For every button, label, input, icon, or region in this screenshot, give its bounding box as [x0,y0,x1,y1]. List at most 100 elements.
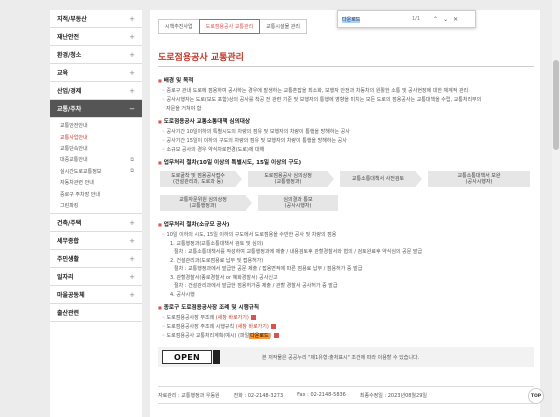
sidebar-item-disaster[interactable]: 재난안전 + [50,28,142,46]
new-window-link[interactable]: (새창 바로가기) [216,315,249,321]
submenu-label: 교통사업안내 [60,134,88,141]
flow-step: 교통자문위원 심의상정 (교통행정과) [160,195,246,211]
sidebar-item-label: 교통/주차 [57,106,82,113]
submenu-item[interactable]: 자동차관련 안내 [50,177,142,188]
flow-step: 교통소통대책서 사전검토 [340,171,416,187]
flow-arrow-icon [328,172,334,186]
small-line: 절차 : 교통소통대책서를 작성하여 교통행정과에 제출 / 내용검토후 관할경… [174,249,423,255]
vertical-scrollbar[interactable] [552,0,560,417]
tab-road-occupancy[interactable]: 도로점용공사 교통관리 [198,19,261,34]
sidebar-item-label: 환경/청소 [57,52,82,59]
section-title-targets: 도로점용공사 교통소통대책 심의대상 [158,117,250,125]
purpose-line: ◦ 공사시행자는 도로(보도 포함)상의 공사를 착공 전 관련 기준 및 보행… [162,97,482,103]
footer-fax: Fax : 02-2148-5836 [297,392,346,398]
find-query: 다운로드 [342,16,361,23]
small-line: 절차 : 건설관리과에서 발급한 점용허가증 제출 / 관할 경찰서 공사허가 … [174,283,338,289]
section-title-small-works: 업무처리 절차(소규모 공사) [158,220,230,228]
sidebar-item-residents[interactable]: 주민생활 + [50,250,142,269]
flow-arrow-icon [246,196,252,210]
sidebar-item-label: 재난안전 [57,34,80,41]
rule-link[interactable]: 도로점용공사장 무조례 [167,315,215,321]
expand-plus-icon: + [129,236,135,245]
sidebar-nav: 지적/부동산 + 재난안전 + 환경/청소 + 교육 + 산업/경제 + 교통/주차 − 교… [50,10,142,417]
external-link-icon: ⧉ [130,156,134,163]
sidebar-item-label: 산업/경제 [57,88,82,95]
file-icon [273,333,279,338]
target-line: ◦ 공사기간 10일이하의 특별시도의 차량의 점유 및 보행자의 차량이 통행… [162,129,350,135]
submenu-item[interactable]: 교통단속안내 [50,143,142,154]
find-in-page-bar: 다운로드 1/1 ⌃ ⌄ ✕ [337,10,476,28]
target-line: ◦ 공사기간 15일이 이하의 구도의 차량의 점유 및 보행자의 차량이 통행… [162,138,347,144]
submenu-label: 자동차관련 안내 [60,180,94,187]
submenu-item[interactable]: 그린파킹 [50,200,142,211]
rule-link[interactable]: 도로점용공사장 주조례 시행규칙 [167,324,235,330]
purpose-line: ◦ 중로구 관내 도로에 점용하여 공사하는 경우에 발생하는 교통혼잡을 최소… [162,88,469,94]
expand-plus-icon: + [129,218,135,227]
sidebar-item-education[interactable]: 교육 + [50,64,142,82]
find-prev-icon[interactable]: ⌃ [433,16,438,23]
rule-link-row: ◦ 도로점용공사 교통처리계획(예시) (파일다운로드) [162,332,279,339]
new-window-link[interactable]: (새창 바로가기) [236,324,269,330]
sidebar-item-label: 교육 [57,70,69,77]
expand-plus-icon: + [129,50,135,59]
flow-step: 도로굴착 및 점용공사접수 (건설관리과, 도로과 등) [160,171,236,187]
open-license-box: OPEN 본 저작물은 공공누리 "제1유형:출처표시" 조건에 따라 이용할 … [158,347,534,367]
small-line: 절차 : 교통행정과에서 발급한 공문 제출 / 접용면적에 따른 점용료 납부… [174,266,363,272]
flow-step: 심의결과 통보 (공사시행자) [258,195,338,211]
sidebar-item-birth[interactable]: 출산관련 [50,304,142,323]
find-input[interactable]: 다운로드 [342,16,412,23]
expand-plus-icon: + [129,86,135,95]
expand-plus-icon: + [129,272,135,281]
find-next-icon[interactable]: ⌄ [443,16,448,23]
section-title-rules: 종로구 도로점용공사장 조례 및 시행규칙 [158,303,259,311]
sidebar-item-industry[interactable]: 산업/경제 + [50,82,142,100]
sidebar-item-label: 마을공동체 [57,292,85,300]
download-link-highlight[interactable]: 다운로드 [249,333,270,339]
expand-plus-icon: + [129,290,135,299]
small-line: 4. 공사시행 [170,292,195,298]
flow-step: 도로점용공사 심의상정 (교통행정과) [248,171,328,187]
small-line: 1. 교통행정과(교통소통대책서 검토 및 심의) [170,241,264,247]
collapse-minus-icon: − [129,104,135,113]
find-close-icon[interactable]: ✕ [453,16,458,23]
submenu-item[interactable]: 대중교통안내 ⧉ [50,154,142,165]
sidebar-item-traffic[interactable]: 교통/주차 − [50,100,142,118]
license-type-icon [213,350,220,364]
small-line: 2. 건설관리과(도로점용료 납부 및 접용허가) [170,258,264,264]
submenu-item-current[interactable]: 교통사업안내 [50,131,142,142]
main-content: 시책추진사업 도로점용공사 교통관리 교통시설물 관리 도로점용공사 교통관리 … [150,10,540,417]
sidebar-item-jobs[interactable]: 일자리 + [50,268,142,287]
sidebar-item-label: 출산관련 [57,310,80,318]
page-title: 도로점용공사 교통관리 [158,53,244,63]
open-license-text: 본 저작물은 공공누리 "제1유형:출처표시" 조건에 따라 이용할 수 있습니… [262,354,420,361]
rule-link[interactable]: 도로점용공사 교통처리계획(예시) (파일 [167,333,250,339]
section-title-purpose: 배경 및 목적 [158,76,194,84]
submenu-item[interactable]: 교통안전안내 [50,120,142,131]
sidebar-item-label: 일자리 [57,274,74,282]
page-info-footer: 자료관리 : 교통행정과 우동원 전화 : 02-2148-3273 Fax :… [158,386,534,404]
sidebar-item-environment[interactable]: 환경/청소 + [50,46,142,64]
sidebar-item-building[interactable]: 건축/주택 + [50,214,142,233]
sidebar-item-label: 세무종합 [57,238,80,246]
tab-policy[interactable]: 시책추진사업 [158,19,200,34]
content-tabs: 시책추진사업 도로점용공사 교통관리 교통시설물 관리 [158,19,307,34]
rule-link-row: ◦ 도로점용공사장 주조례 시행규칙 (새창 바로가기) [162,323,276,330]
expand-plus-icon: + [129,254,135,263]
small-line: 3. 관할경찰서(종로경찰서 or 혜화경찰서) 공사신고 [170,275,278,281]
flow-arrow-icon [236,172,242,186]
submenu-item[interactable]: 중로구 주차장 안내 [50,188,142,199]
flow-arrow-icon [416,172,422,186]
rule-link-suffix: ) [269,333,272,339]
sidebar-item-label: 지적/부동산 [57,16,87,23]
scrollbar-thumb[interactable] [553,60,559,150]
sidebar-item-community[interactable]: 마을공동체 + [50,286,142,305]
submenu-item[interactable]: 실시간도로교통정보 ⧉ [50,166,142,177]
sidebar-item-tax[interactable]: 세무종합 + [50,232,142,251]
expand-plus-icon: + [129,32,135,41]
sidebar-item-land[interactable]: 지적/부동산 + [50,10,142,28]
flow-step: 교통소통대책서 보완 (공사시행자) [428,171,530,187]
submenu-label: 실시간도로교통정보 [60,168,102,175]
submenu-label: 그린파킹 [60,202,79,209]
tab-facilities[interactable]: 교통시설물 관리 [259,19,307,34]
scroll-top-button[interactable]: TOP [528,388,544,404]
